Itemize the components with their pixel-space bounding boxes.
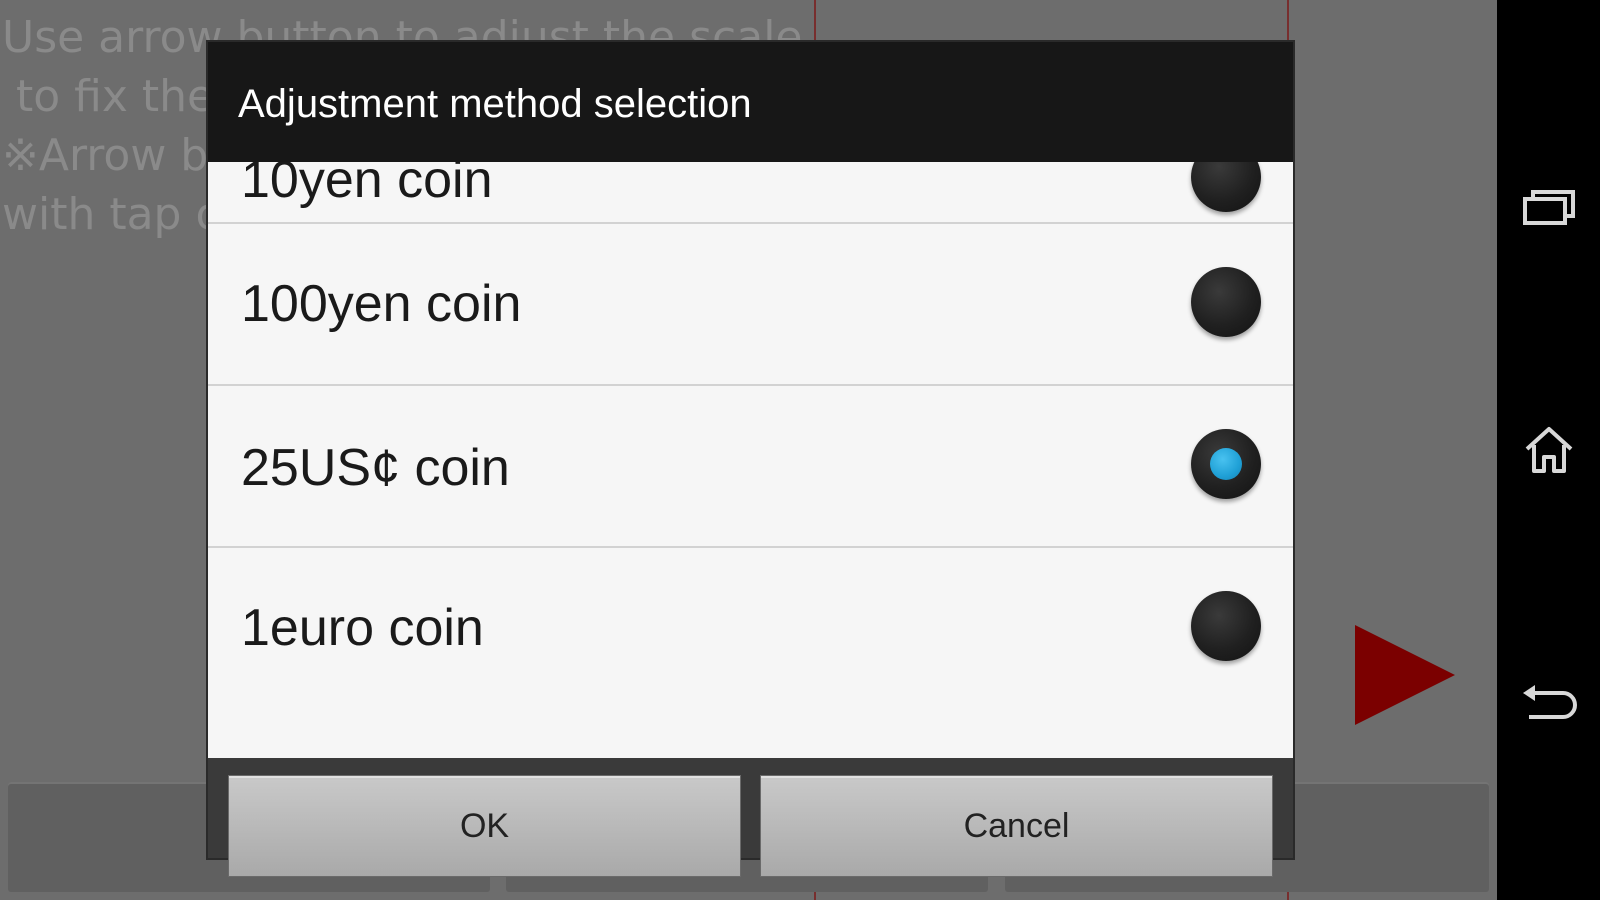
recent-apps-icon [1522,190,1575,225]
system-nav-bar [1497,0,1600,900]
ok-button[interactable]: OK [228,775,741,877]
option-label: 25US¢ coin [241,439,510,497]
option-label: 10yen coin [241,162,493,209]
home-button[interactable] [1497,415,1600,485]
radio-selected-dot [1210,448,1242,480]
radio-25us-cent[interactable] [1191,429,1261,499]
radio-1euro[interactable] [1191,591,1261,661]
arrow-right-icon[interactable] [1355,625,1455,725]
option-1euro[interactable]: 1euro coin [208,548,1293,710]
option-10yen[interactable]: 10yen coin [208,162,1293,224]
option-list[interactable]: 10yen coin 100yen coin 25US¢ coin 1euro … [208,162,1293,758]
screen: Use arrow button to adjust the scale to … [0,0,1600,900]
option-25us-cent[interactable]: 25US¢ coin [208,386,1293,548]
dialog-header: Adjustment method selection [208,42,1293,162]
option-label: 100yen coin [241,275,522,333]
home-icon [1525,427,1572,473]
back-button[interactable] [1497,668,1600,738]
option-100yen[interactable]: 100yen coin [208,224,1293,386]
cancel-button[interactable]: Cancel [760,775,1273,877]
radio-100yen[interactable] [1191,267,1261,337]
option-label: 1euro coin [241,599,484,657]
radio-10yen[interactable] [1191,162,1261,212]
adjustment-method-dialog: Adjustment method selection 10yen coin 1… [208,42,1293,877]
dialog-footer: OK Cancel [208,758,1293,877]
dialog-title: Adjustment method selection [238,82,752,126]
recent-apps-button[interactable] [1497,172,1600,242]
back-icon [1522,685,1577,719]
